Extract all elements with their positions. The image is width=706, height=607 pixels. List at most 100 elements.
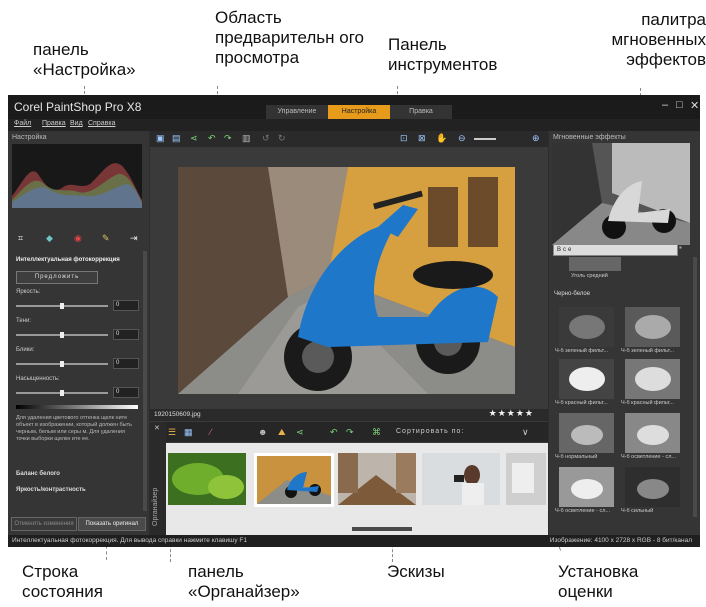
effect-preview-image — [552, 143, 690, 245]
callout-status-bar: Строка состояния — [22, 562, 103, 602]
app-window: Corel PaintShop Pro X8 Управление Настро… — [8, 95, 700, 547]
saturation-value[interactable]: 0 — [113, 387, 139, 398]
section-white-balance[interactable]: Баланс белого — [16, 471, 60, 477]
effect-thumb-3[interactable] — [559, 359, 614, 399]
thumbnail-scrollbar[interactable] — [352, 527, 412, 531]
brightness-value[interactable]: 0 — [113, 300, 139, 311]
effect-thumb-2[interactable] — [625, 307, 680, 347]
effect-label-3: Ч-б красный фильт... — [555, 400, 608, 406]
callout-settings-panel: панель «Настройка» — [33, 40, 136, 80]
slider-knob[interactable] — [60, 361, 64, 367]
save-as-icon[interactable]: ▤ — [172, 133, 181, 144]
depth-icon[interactable]: ⇥ — [130, 233, 138, 244]
map-icon[interactable]: ⛰ — [278, 427, 286, 438]
actual-size-icon[interactable]: ⊠ — [418, 133, 426, 144]
title-bar: Corel PaintShop Pro X8 Управление Настро… — [8, 95, 700, 119]
view-icon[interactable]: ▦ — [184, 427, 193, 438]
organizer-label: Органайзер — [152, 487, 159, 526]
red-eye-icon[interactable]: ◉ — [74, 233, 82, 244]
delete-icon[interactable]: ▥ — [242, 133, 251, 144]
menu-help[interactable]: Справка — [88, 120, 115, 127]
thumbnail-photographer[interactable] — [422, 453, 500, 505]
thumbnail-moss[interactable] — [168, 453, 246, 505]
highlights-label: Блики: — [16, 347, 35, 353]
effect-label-charcoal: Уголь средний — [571, 273, 608, 279]
pan-icon[interactable]: ✋ — [436, 133, 447, 144]
people-icon[interactable]: ☻ — [258, 427, 267, 437]
menu-view[interactable]: Вид — [70, 120, 83, 127]
effect-label-6: Ч-б осветление - сл... — [621, 454, 676, 460]
file-info-bar: 1920150609.jpg ★★★★★ — [150, 408, 548, 421]
tag-icon[interactable]: ⌘ — [372, 427, 381, 438]
suggest-button[interactable]: Предложить — [16, 271, 98, 284]
menu-file[interactable]: Файл — [14, 120, 31, 127]
tab-manage[interactable]: Управление — [266, 105, 328, 119]
effects-scrollbar[interactable] — [693, 257, 697, 517]
menu-edit[interactable]: Правка — [42, 120, 66, 127]
instant-effects-title: Мгновенные эффекты — [553, 134, 626, 141]
sort-dropdown-icon[interactable]: ∨ — [522, 427, 529, 438]
undo-icon[interactable]: ↺ — [262, 133, 270, 144]
rotate-right-icon[interactable]: ↷ — [224, 133, 232, 144]
brush-icon[interactable]: ✎ — [102, 233, 110, 244]
minimize-icon[interactable]: – — [662, 99, 668, 111]
tab-adjust[interactable]: Настройка — [328, 105, 390, 119]
zoom-icon[interactable]: ⊖ — [458, 133, 466, 144]
brightness-slider[interactable] — [16, 303, 108, 309]
adjust-panel-header: Настройка — [12, 134, 47, 141]
effect-thumb-1[interactable] — [559, 307, 614, 347]
shadows-slider[interactable] — [16, 332, 108, 338]
effects-options-icon[interactable]: ▪ — [679, 243, 682, 252]
share-org-icon[interactable]: ⋖ — [296, 427, 304, 438]
effect-thumb-5[interactable] — [559, 413, 614, 453]
adjust-scrollbar[interactable] — [143, 251, 147, 511]
show-original-button[interactable]: Показать оригинал — [78, 517, 146, 531]
crop-icon[interactable]: ⌗ — [18, 233, 23, 244]
rotate-left-org-icon[interactable]: ↶ — [330, 427, 338, 438]
saturation-label: Насыщенность: — [16, 376, 60, 382]
rotate-left-icon[interactable]: ↶ — [208, 133, 216, 144]
fit-window-icon[interactable]: ⊡ — [400, 133, 408, 144]
thumbnail-scooter-selected[interactable] — [254, 453, 334, 507]
effect-thumb-charcoal[interactable] — [569, 257, 621, 271]
close-organizer-icon[interactable]: ✕ — [154, 424, 160, 432]
file-name: 1920150609.jpg — [154, 411, 201, 418]
rotate-right-org-icon[interactable]: ↷ — [346, 427, 354, 438]
effects-filter-select[interactable]: Все — [553, 244, 678, 256]
adjust-panel: Настройка ⌗ ◆ ◉ ✎ ⇥ Интеллектуальная фот… — [8, 131, 149, 535]
preview-image[interactable] — [178, 167, 515, 394]
slider-knob[interactable] — [60, 303, 64, 309]
saturation-slider[interactable] — [16, 390, 108, 396]
redo-icon[interactable]: ↻ — [278, 133, 286, 144]
effect-thumb-8[interactable] — [625, 467, 680, 507]
tab-edit[interactable]: Правка — [390, 105, 452, 119]
highlights-slider[interactable] — [16, 361, 108, 367]
effect-thumb-4[interactable] — [625, 359, 680, 399]
slider-knob[interactable] — [60, 390, 64, 396]
brush-tool-icon[interactable]: ⁄ — [210, 427, 212, 437]
straighten-icon[interactable]: ◆ — [46, 233, 53, 244]
callout-preview-area: Область предварительн ого просмотра — [215, 8, 365, 68]
save-icon[interactable]: ▣ — [156, 133, 165, 144]
reset-button[interactable]: Отменить изменения — [11, 517, 77, 531]
close-icon[interactable]: ✕ — [690, 99, 699, 112]
collapse-icon[interactable]: ☰ — [168, 427, 176, 438]
zoom-slider[interactable] — [474, 138, 496, 140]
slider-knob[interactable] — [60, 332, 64, 338]
highlights-value[interactable]: 0 — [113, 358, 139, 369]
organizer-side: ✕ Органайзер — [150, 422, 166, 535]
black-white-gradient[interactable] — [16, 405, 138, 409]
effect-thumb-6[interactable] — [625, 413, 680, 453]
maximize-icon[interactable]: □ — [676, 99, 683, 111]
share-icon[interactable]: ⋖ — [190, 133, 198, 144]
thumbnail-partial[interactable] — [506, 453, 546, 505]
effect-label-7: Ч-б осветление - сл... — [555, 508, 610, 514]
section-brightness-contrast[interactable]: Яркость/контрастность — [16, 487, 86, 493]
shadows-value[interactable]: 0 — [113, 329, 139, 340]
rating-stars[interactable]: ★★★★★ — [489, 408, 534, 419]
zoom-in-icon[interactable]: ⊕ — [532, 133, 540, 144]
callout-rating: Установка оценки — [558, 562, 639, 602]
effect-thumb-7[interactable] — [559, 467, 614, 507]
thumbnail-street[interactable] — [338, 453, 416, 505]
callout-tools-panel: Панель инструментов — [388, 35, 498, 75]
